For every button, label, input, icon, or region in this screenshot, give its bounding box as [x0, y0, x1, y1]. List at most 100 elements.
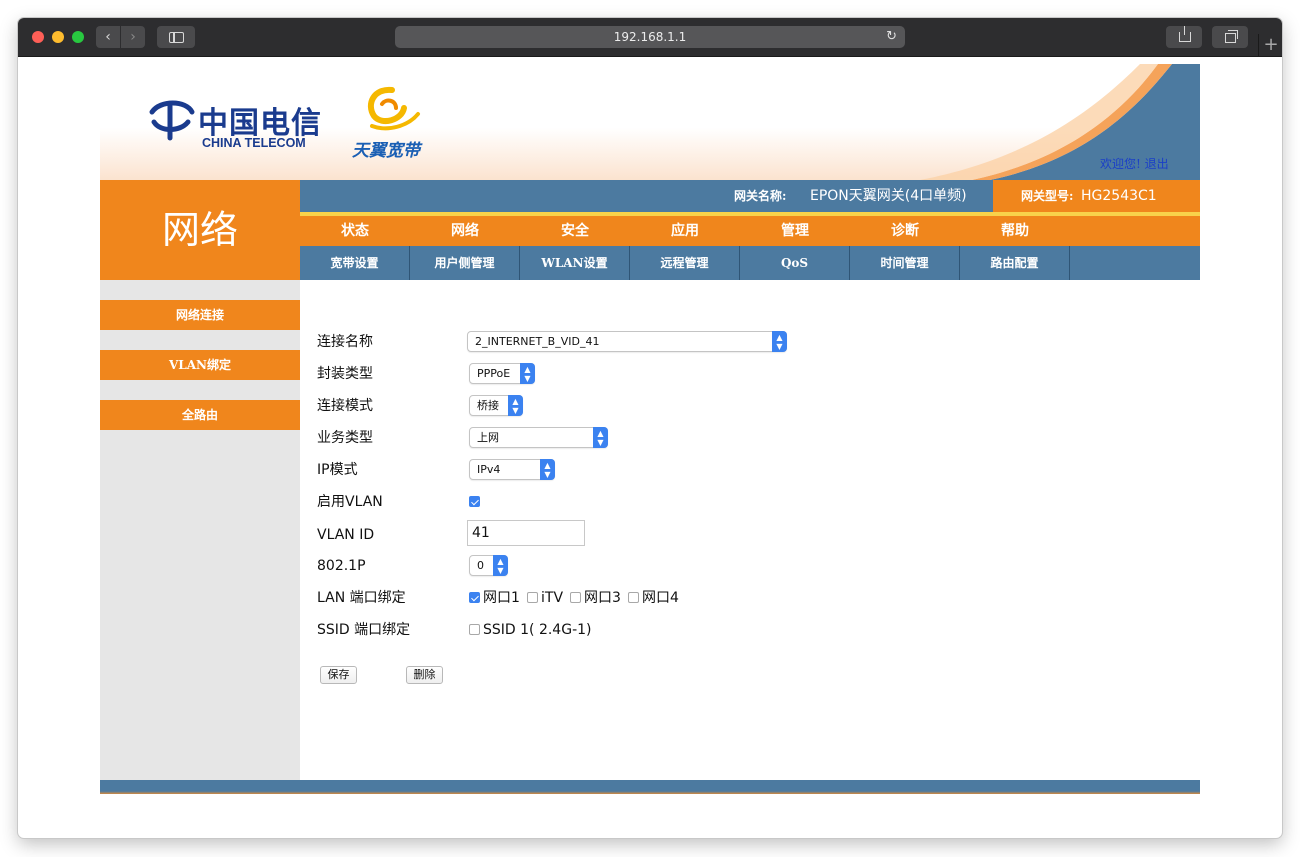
minimize-window-button[interactable] — [52, 31, 64, 43]
sub-nav-wlan[interactable]: WLAN设置 — [520, 246, 630, 280]
connection-name-select[interactable]: 2_INTERNET_B_VID_41 ▲ ▼ — [467, 331, 787, 352]
gateway-name-label: 网关名称: — [734, 189, 787, 203]
select-arrows-icon: ▲ ▼ — [593, 427, 608, 448]
dot1p-label: 802.1P — [317, 558, 366, 574]
dot1p-value: 0 — [477, 559, 484, 572]
show-tabs-button[interactable] — [1212, 26, 1248, 48]
sub-nav: 宽带设置 用户侧管理 WLAN设置 远程管理 QoS 时间管理 路由配置 — [300, 246, 1200, 280]
address-bar[interactable]: 192.168.1.1 ↻ — [395, 26, 905, 48]
sidebar-icon — [169, 32, 184, 43]
close-window-button[interactable] — [32, 31, 44, 43]
tianyi-broadband-text: 天翼宽带 — [352, 141, 420, 161]
left-menu-full-routing[interactable]: 全路由 — [100, 400, 300, 430]
left-menu-network-connection[interactable]: 网络连接 — [100, 300, 300, 330]
main-nav-diagnostics[interactable]: 诊断 — [850, 216, 960, 246]
save-button[interactable]: 保存 — [320, 666, 357, 684]
row-ip-mode: IP模式 IPv4 ▲ ▼ — [317, 458, 1177, 482]
china-telecom-en-text: CHINA TELECOM — [202, 136, 306, 150]
browser-toolbar: ‹ › 192.168.1.1 ↻ + — [18, 18, 1282, 57]
select-arrows-icon: ▲ ▼ — [540, 459, 555, 480]
row-encap-type: 封装类型 PPPoE ▲ ▼ — [317, 362, 1177, 386]
vlan-id-label: VLAN ID — [317, 527, 375, 543]
sub-nav-routing[interactable]: 路由配置 — [960, 246, 1070, 280]
connection-name-label: 连接名称 — [317, 334, 373, 350]
row-connection-name: 连接名称 2_INTERNET_B_VID_41 ▲ ▼ — [317, 330, 1177, 354]
sub-nav-user-side[interactable]: 用户侧管理 — [410, 246, 520, 280]
lan-bind-port1-checkbox[interactable] — [469, 592, 480, 603]
lan-bind-port3-text: 网口3 — [584, 590, 621, 606]
ip-mode-value: IPv4 — [477, 463, 501, 476]
logout-link[interactable]: 退出 — [1145, 157, 1169, 171]
header-banner: 中国电信 CHINA TELECOM 天翼宽带 欢迎您! 退出 — [100, 64, 1200, 180]
main-nav-status[interactable]: 状态 — [300, 216, 410, 246]
address-bar-url: 192.168.1.1 — [613, 30, 687, 44]
lan-bind-label: LAN 端口绑定 — [317, 590, 406, 606]
lan-bind-port1-text: 网口1 — [483, 590, 520, 606]
delete-button[interactable]: 删除 — [406, 666, 443, 684]
select-arrows-icon: ▲ ▼ — [493, 555, 508, 576]
main-nav-application[interactable]: 应用 — [630, 216, 740, 246]
sub-nav-broadband[interactable]: 宽带设置 — [300, 246, 410, 280]
main-nav-security[interactable]: 安全 — [520, 216, 630, 246]
tabs-icon — [1225, 30, 1238, 43]
share-button[interactable] — [1166, 26, 1202, 48]
lan-bind-port4-checkbox[interactable] — [628, 592, 639, 603]
service-type-label: 业务类型 — [317, 430, 373, 446]
ssid-bind-label: SSID 端口绑定 — [317, 622, 411, 638]
back-button[interactable]: ‹ — [96, 26, 120, 48]
ip-mode-select[interactable]: IPv4 ▲ ▼ — [469, 459, 555, 480]
welcome-area: 欢迎您! 退出 — [1100, 155, 1169, 172]
sub-nav-time[interactable]: 时间管理 — [850, 246, 960, 280]
reload-icon[interactable]: ↻ — [886, 26, 897, 48]
connection-form: 连接名称 2_INTERNET_B_VID_41 ▲ ▼ 封装类型 PPPoE ▲… — [317, 306, 1177, 706]
vlan-id-input[interactable] — [467, 520, 585, 546]
chevron-right-icon: › — [130, 29, 136, 45]
new-tab-button[interactable]: + — [1258, 34, 1282, 56]
encap-type-value: PPPoE — [477, 367, 511, 380]
left-menu: 网络连接 VLAN绑定 全路由 — [100, 280, 300, 780]
main-nav-management[interactable]: 管理 — [740, 216, 850, 246]
ssid-bind-ssid1-text: SSID 1( 2.4G-1) — [483, 622, 592, 638]
select-arrows-icon: ▲ ▼ — [772, 331, 787, 352]
conn-mode-label: 连接模式 — [317, 398, 373, 414]
sub-nav-qos[interactable]: QoS — [740, 246, 850, 280]
tianyi-swirl-icon — [367, 86, 420, 131]
enable-vlan-checkbox[interactable] — [469, 496, 480, 507]
conn-mode-value: 桥接 — [477, 399, 499, 412]
section-title: 网络 — [100, 180, 300, 280]
ip-mode-label: IP模式 — [317, 462, 358, 478]
tianyi-logo: 天翼宽带 — [352, 86, 422, 161]
encap-type-select[interactable]: PPPoE ▲ ▼ — [469, 363, 535, 384]
left-menu-vlan-binding[interactable]: VLAN绑定 — [100, 350, 300, 380]
main-nav-help[interactable]: 帮助 — [960, 216, 1070, 246]
service-type-select[interactable]: 上网 ▲ ▼ — [469, 427, 608, 448]
select-arrows-icon: ▲ ▼ — [520, 363, 535, 384]
row-actions: 保存 删除 — [317, 666, 1177, 690]
main-nav-network[interactable]: 网络 — [410, 216, 520, 246]
chevron-left-icon: ‹ — [105, 29, 111, 45]
sidebar-toggle-button[interactable] — [157, 26, 195, 48]
china-telecom-emblem-icon — [149, 100, 195, 141]
row-enable-vlan: 启用VLAN — [317, 490, 1177, 514]
service-type-value: 上网 — [477, 431, 499, 444]
row-conn-mode: 连接模式 桥接 ▲ ▼ — [317, 394, 1177, 418]
row-dot1p: 802.1P 0 ▲ ▼ — [317, 554, 1177, 578]
row-service-type: 业务类型 上网 ▲ ▼ — [317, 426, 1177, 450]
lan-bind-itv-checkbox[interactable] — [527, 592, 538, 603]
dot1p-select[interactable]: 0 ▲ ▼ — [469, 555, 508, 576]
zoom-window-button[interactable] — [72, 31, 84, 43]
browser-window: ‹ › 192.168.1.1 ↻ + 中国电信 CHINA TELECOM 天… — [18, 18, 1282, 838]
share-icon — [1179, 26, 1191, 42]
gateway-model-box: 网关型号: HG2543C1 — [993, 180, 1200, 212]
connection-name-value: 2_INTERNET_B_VID_41 — [475, 335, 600, 348]
gateway-name-value: EPON天翼网关(4口单频) — [810, 188, 967, 204]
footer-bar — [100, 780, 1200, 794]
sub-nav-remote[interactable]: 远程管理 — [630, 246, 740, 280]
conn-mode-select[interactable]: 桥接 ▲ ▼ — [469, 395, 523, 416]
gateway-model-label: 网关型号: — [1021, 189, 1074, 203]
welcome-text: 欢迎您! — [1100, 157, 1141, 171]
row-lan-bind: LAN 端口绑定 网口1 iTV 网口3 网口4 — [317, 586, 1177, 610]
forward-button[interactable]: › — [121, 26, 145, 48]
lan-bind-port3-checkbox[interactable] — [570, 592, 581, 603]
ssid-bind-ssid1-checkbox[interactable] — [469, 624, 480, 635]
